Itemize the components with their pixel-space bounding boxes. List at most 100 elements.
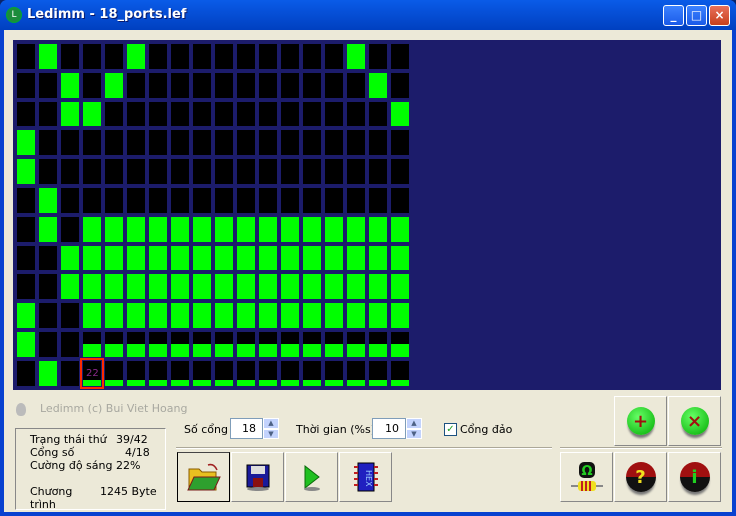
- led-cell[interactable]: [391, 245, 409, 271]
- led-cell[interactable]: [127, 303, 145, 328]
- led-cell[interactable]: [281, 245, 299, 271]
- led-cell[interactable]: [83, 159, 101, 184]
- led-cell[interactable]: [61, 72, 79, 98]
- led-cell[interactable]: [369, 187, 387, 213]
- led-cell[interactable]: [347, 274, 365, 300]
- led-cell[interactable]: [391, 303, 409, 328]
- led-cell[interactable]: [237, 101, 255, 127]
- led-cell[interactable]: [215, 303, 233, 328]
- led-cell[interactable]: [303, 44, 321, 69]
- led-cell[interactable]: [237, 130, 255, 156]
- led-cell[interactable]: [259, 331, 277, 357]
- led-cell[interactable]: [39, 274, 57, 300]
- led-cell[interactable]: [17, 130, 35, 156]
- led-cell[interactable]: [61, 130, 79, 156]
- led-cell[interactable]: [259, 360, 277, 386]
- led-cell[interactable]: [237, 187, 255, 213]
- led-cell[interactable]: [17, 44, 35, 69]
- led-cell[interactable]: [171, 245, 189, 271]
- led-cell[interactable]: [237, 331, 255, 357]
- led-cell[interactable]: [171, 101, 189, 127]
- led-cell[interactable]: [347, 159, 365, 184]
- led-cell[interactable]: [39, 187, 57, 213]
- led-cell[interactable]: [347, 216, 365, 242]
- led-cell[interactable]: [281, 216, 299, 242]
- led-cell[interactable]: [281, 72, 299, 98]
- led-cell[interactable]: [149, 187, 167, 213]
- led-cell[interactable]: [325, 44, 343, 69]
- spin-up-icon[interactable]: ▲: [406, 418, 422, 429]
- led-cell[interactable]: [17, 101, 35, 127]
- led-cell[interactable]: [83, 72, 101, 98]
- led-cell[interactable]: [303, 303, 321, 328]
- led-cell[interactable]: [105, 303, 123, 328]
- led-cell[interactable]: [17, 360, 35, 386]
- led-cell[interactable]: [303, 72, 321, 98]
- led-cell[interactable]: [303, 331, 321, 357]
- led-cell[interactable]: [303, 274, 321, 300]
- led-cell[interactable]: [193, 44, 211, 69]
- led-cell[interactable]: [325, 159, 343, 184]
- info-button[interactable]: i: [668, 452, 721, 502]
- resistor-calc-button[interactable]: Ω: [560, 452, 613, 502]
- led-cell[interactable]: [127, 101, 145, 127]
- led-cell[interactable]: [215, 72, 233, 98]
- led-cell[interactable]: [215, 331, 233, 357]
- led-cell[interactable]: [259, 303, 277, 328]
- led-cell[interactable]: [259, 274, 277, 300]
- led-cell[interactable]: [303, 101, 321, 127]
- led-cell[interactable]: [215, 245, 233, 271]
- led-cell[interactable]: [347, 303, 365, 328]
- led-cell-selected[interactable]: 22: [80, 357, 104, 389]
- time-input[interactable]: 10: [372, 418, 406, 439]
- led-cell[interactable]: [347, 130, 365, 156]
- led-cell[interactable]: [259, 130, 277, 156]
- led-cell[interactable]: [347, 331, 365, 357]
- led-cell[interactable]: [61, 159, 79, 184]
- spin-down-icon[interactable]: ▼: [263, 428, 279, 439]
- led-cell[interactable]: [193, 216, 211, 242]
- led-cell[interactable]: [391, 44, 409, 69]
- led-cell[interactable]: [193, 101, 211, 127]
- led-cell[interactable]: [215, 187, 233, 213]
- led-cell[interactable]: [127, 274, 145, 300]
- led-cell[interactable]: [105, 274, 123, 300]
- led-cell[interactable]: [83, 44, 101, 69]
- led-cell[interactable]: [303, 130, 321, 156]
- led-cell[interactable]: [193, 303, 211, 328]
- led-cell[interactable]: [127, 245, 145, 271]
- led-cell[interactable]: [391, 130, 409, 156]
- led-cell[interactable]: [127, 360, 145, 386]
- led-cell[interactable]: [369, 44, 387, 69]
- led-cell[interactable]: [127, 130, 145, 156]
- led-cell[interactable]: [149, 274, 167, 300]
- export-hex-button[interactable]: HEX: [339, 452, 392, 502]
- led-cell[interactable]: [237, 303, 255, 328]
- led-cell[interactable]: [391, 331, 409, 357]
- led-cell[interactable]: [149, 159, 167, 184]
- led-cell[interactable]: [39, 159, 57, 184]
- delete-frame-button[interactable]: ×: [668, 396, 721, 446]
- led-cell[interactable]: [193, 274, 211, 300]
- help-button[interactable]: ?: [614, 452, 667, 502]
- led-cell[interactable]: [17, 303, 35, 328]
- led-cell[interactable]: [347, 101, 365, 127]
- led-cell[interactable]: [369, 159, 387, 184]
- led-cell[interactable]: [127, 216, 145, 242]
- led-cell[interactable]: [281, 101, 299, 127]
- led-cell[interactable]: [325, 245, 343, 271]
- led-cell[interactable]: [149, 216, 167, 242]
- led-cell[interactable]: [39, 331, 57, 357]
- led-cell[interactable]: [39, 101, 57, 127]
- led-cell[interactable]: [325, 72, 343, 98]
- led-cell[interactable]: [259, 187, 277, 213]
- led-cell[interactable]: [149, 360, 167, 386]
- led-cell[interactable]: [39, 44, 57, 69]
- led-cell[interactable]: [61, 331, 79, 357]
- led-cell[interactable]: [391, 274, 409, 300]
- led-cell[interactable]: [259, 159, 277, 184]
- led-cell[interactable]: [215, 101, 233, 127]
- invert-checkbox[interactable]: ✓ Cổng đảo: [444, 423, 512, 436]
- led-cell[interactable]: [281, 130, 299, 156]
- led-cell[interactable]: [281, 44, 299, 69]
